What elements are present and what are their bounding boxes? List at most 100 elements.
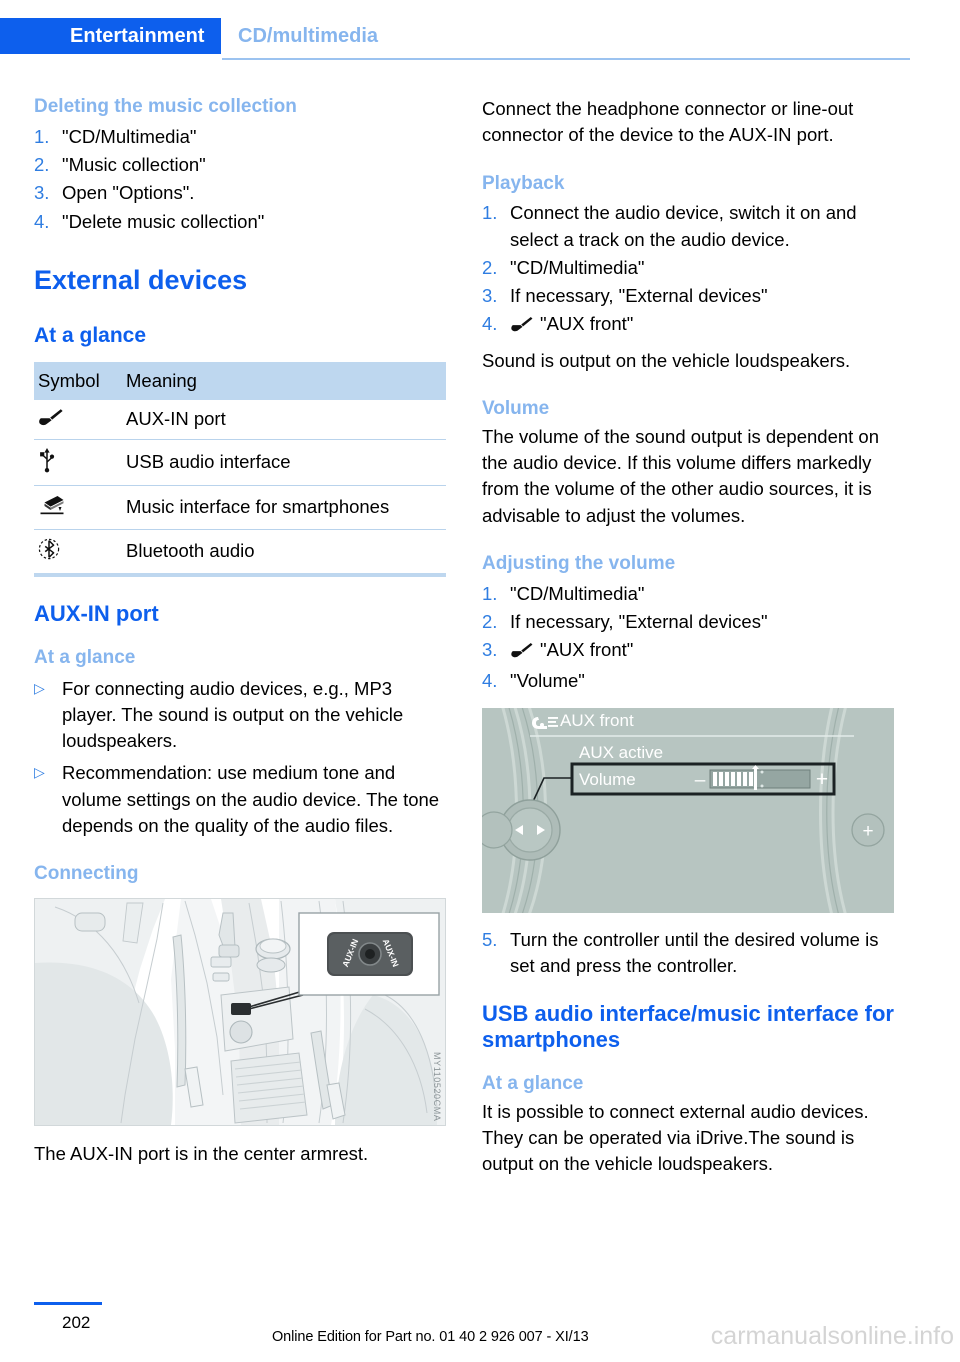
list-item: 2. "Music collection" bbox=[34, 152, 446, 178]
step-five-list: 5. Turn the controller until the desired… bbox=[482, 927, 894, 980]
snap-in-adapter-icon bbox=[38, 493, 66, 522]
step-number: 3. bbox=[34, 182, 50, 204]
car-interior-figure: AUX-IN AUX-IN MY110520CMA bbox=[34, 898, 446, 1127]
meaning-cell: USB audio interface bbox=[126, 439, 446, 486]
page-footer: 202 Online Edition for Part no. 01 40 2 … bbox=[0, 1290, 960, 1362]
paragraph-usb-at-a-glance: It is possible to connect external audio… bbox=[482, 1100, 869, 1175]
volume-plus-sign: + bbox=[816, 768, 828, 791]
aux-plug-icon bbox=[510, 314, 534, 340]
symbol-cell bbox=[34, 439, 126, 486]
car-figure-caption: The AUX-IN port is in the center armrest… bbox=[34, 1143, 369, 1165]
heading-external-devices: External devices bbox=[34, 264, 248, 295]
step-number: 4. bbox=[482, 670, 498, 692]
bullet-text: For connecting audio devices, e.g., MP3 … bbox=[62, 677, 404, 752]
deleting-steps-list: 1. "CD/Multimedia" 2. "Music collection"… bbox=[34, 124, 446, 235]
list-item: 1. "CD/Multimedia" bbox=[482, 581, 894, 607]
svg-text:+: + bbox=[862, 821, 873, 842]
usb-icon bbox=[38, 447, 56, 478]
heading-at-a-glance-aux: At a glance bbox=[34, 646, 136, 668]
step-number: 2. bbox=[34, 154, 50, 176]
step-number: 5. bbox=[482, 928, 498, 950]
volume-thumb bbox=[754, 767, 757, 790]
header-chapter-tab: Entertainment bbox=[0, 18, 222, 54]
aux-plug-icon bbox=[38, 407, 64, 432]
list-item: 1. Connect the audio device, switch it o… bbox=[482, 200, 894, 253]
list-item: 3. If necessary, "External devices" bbox=[482, 283, 894, 309]
paragraph-connect-headphone: Connect the headphone connector or line-… bbox=[482, 98, 854, 146]
bluetooth-icon bbox=[38, 537, 60, 566]
idrive-screen-illustration: – + + bbox=[482, 707, 894, 913]
list-item: 5. Turn the controller until the desired… bbox=[482, 927, 894, 980]
table-header-row: Symbol Meaning bbox=[34, 361, 446, 400]
list-item: 4. "Volume" bbox=[482, 668, 894, 694]
list-item: 2. "CD/Multimedia" bbox=[482, 255, 894, 281]
left-column: Deleting the music collection 1. "CD/Mul… bbox=[34, 96, 446, 1167]
edition-notice: Online Edition for Part no. 01 40 2 926 … bbox=[272, 1329, 589, 1345]
car-interior-illustration: AUX-IN AUX-IN bbox=[35, 899, 445, 1126]
step-number: 1. bbox=[482, 582, 498, 604]
right-column: Connect the headphone connector or line-… bbox=[482, 96, 894, 1178]
heading-at-a-glance-external: At a glance bbox=[34, 323, 147, 347]
step-text: "AUX front" bbox=[540, 313, 634, 335]
heading-at-a-glance-usb: At a glance bbox=[482, 1073, 584, 1095]
meaning-cell: Bluetooth audio bbox=[126, 529, 446, 577]
step-text: If necessary, "External devices" bbox=[510, 610, 768, 632]
step-number: 4. bbox=[34, 210, 50, 232]
adjusting-volume-steps-list: 1. "CD/Multimedia" 2. If necessary, "Ext… bbox=[482, 581, 894, 695]
step-text-with-icon: "AUX front" bbox=[510, 311, 894, 340]
step-number: 3. bbox=[482, 285, 498, 307]
idrive-status-label: AUX active bbox=[579, 742, 664, 762]
step-text: "CD/Multimedia" bbox=[510, 582, 645, 604]
aux-bullets-list: ▷ For connecting audio devices, e.g., MP… bbox=[34, 676, 446, 840]
playback-steps-list: 1. Connect the audio device, switch it o… bbox=[482, 200, 894, 340]
column-header-meaning: Meaning bbox=[126, 361, 446, 400]
step-text: Open "Options". bbox=[62, 182, 195, 204]
heading-usb-audio-interface: USB audio interface/music interface for … bbox=[482, 1001, 894, 1053]
header-section-label: CD/multimedia bbox=[238, 25, 379, 47]
step-number: 1. bbox=[482, 202, 498, 224]
footer-accent-rule bbox=[34, 1302, 102, 1305]
triangle-bullet-icon: ▷ bbox=[34, 764, 45, 781]
step-number: 2. bbox=[482, 256, 498, 278]
table-row: AUX-IN port bbox=[34, 399, 446, 440]
list-item: 3. Open "Options". bbox=[34, 180, 446, 206]
step-text: If necessary, "External devices" bbox=[510, 285, 768, 307]
list-item: 2. If necessary, "External devices" bbox=[482, 609, 894, 635]
step-text: "AUX front" bbox=[540, 639, 634, 661]
step-number: 1. bbox=[34, 125, 50, 147]
step-text: "Volume" bbox=[510, 670, 585, 692]
site-watermark: carmanualsonline.info bbox=[710, 1322, 954, 1350]
list-item: 1. "CD/Multimedia" bbox=[34, 124, 446, 150]
table-row: Music interface for smartphones bbox=[34, 485, 446, 530]
volume-minus-sign: – bbox=[695, 770, 706, 791]
step-text: Turn the controller until the desired vo… bbox=[510, 928, 879, 976]
table-row: USB audio interface bbox=[34, 439, 446, 486]
heading-deleting-music-collection: Deleting the music collection bbox=[34, 96, 297, 117]
step-text: "CD/Multimedia" bbox=[510, 256, 645, 278]
aux-port-marker bbox=[231, 1003, 251, 1016]
heading-volume: Volume bbox=[482, 397, 550, 419]
page-number: 202 bbox=[62, 1313, 91, 1332]
idrive-volume-label[interactable]: Volume bbox=[579, 770, 636, 790]
volume-filled-bars bbox=[713, 771, 753, 786]
symbol-cell bbox=[34, 399, 126, 440]
step-text: Connect the audio device, switch it on a… bbox=[510, 202, 857, 250]
list-item: ▷ Recommendation: use medium tone and vo… bbox=[34, 760, 446, 839]
heading-aux-in-port: AUX-IN port bbox=[34, 600, 159, 626]
table-row: Bluetooth audio bbox=[34, 529, 446, 577]
paragraph-sound-output: Sound is output on the vehicle loudspeak… bbox=[482, 349, 851, 371]
list-item: 4. "Delete music collection" bbox=[34, 209, 446, 235]
triangle-bullet-icon: ▷ bbox=[34, 679, 45, 696]
heading-connecting: Connecting bbox=[34, 863, 139, 885]
step-number: 4. bbox=[482, 313, 498, 335]
bullet-text: Recommendation: use medium tone and volu… bbox=[62, 762, 440, 836]
list-item: ▷ For connecting audio devices, e.g., MP… bbox=[34, 676, 446, 755]
symbol-meaning-table: Symbol Meaning AUX-IN port USB audio int… bbox=[34, 361, 446, 577]
symbol-cell bbox=[34, 529, 126, 577]
meaning-cell: Music interface for smartphones bbox=[126, 485, 446, 530]
list-item: 3. "AUX front" bbox=[482, 637, 894, 666]
heading-adjusting-volume: Adjusting the volume bbox=[482, 552, 676, 574]
step-number: 2. bbox=[482, 610, 498, 632]
heading-playback: Playback bbox=[482, 172, 565, 194]
column-header-symbol: Symbol bbox=[34, 361, 126, 400]
